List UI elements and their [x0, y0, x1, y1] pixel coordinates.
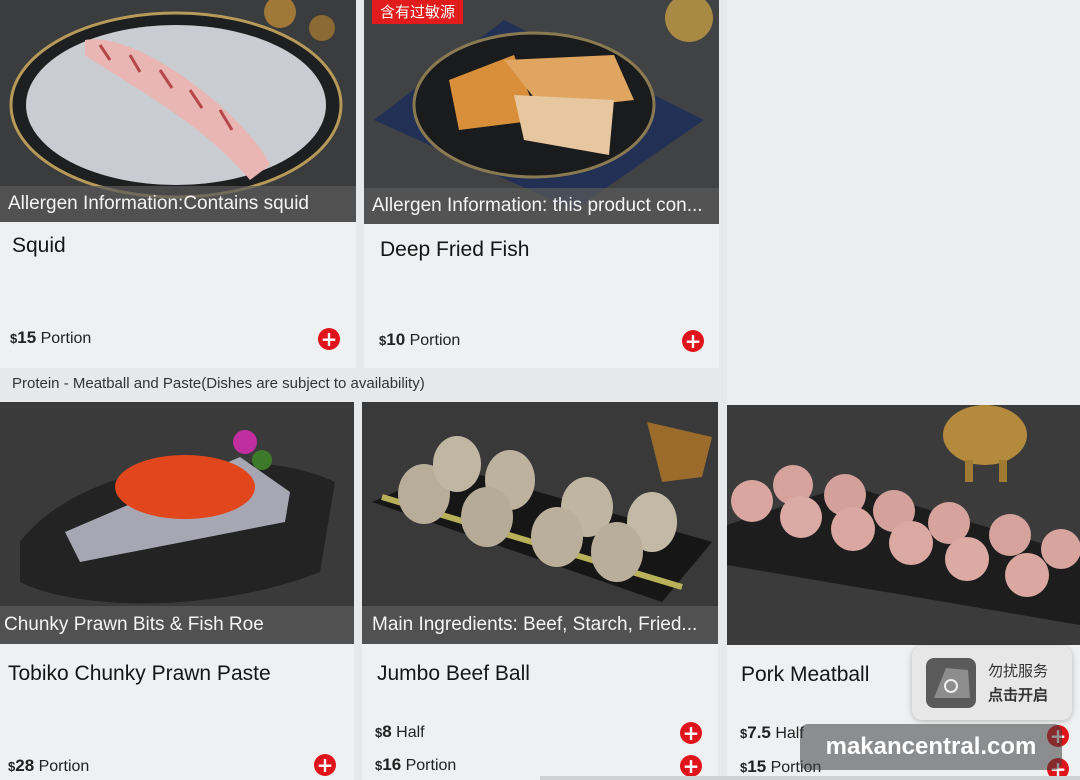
section-label: Protein - Meatball and Paste(Dishes are … — [12, 375, 425, 392]
watermark: makancentral.com — [800, 724, 1062, 770]
squid-name: Squid — [12, 234, 66, 257]
fish-photo: 含有过敏源 Allergen Information: this product… — [364, 0, 719, 224]
add-beef-ball-portion-button[interactable]: + — [680, 755, 702, 777]
allergen-badge: 含有过敏源 — [372, 0, 464, 24]
add-beef-ball-half-button[interactable]: + — [680, 722, 702, 744]
do-not-disturb-icon — [926, 658, 976, 708]
squid-allergen-caption: Allergen Information:Contains squid — [0, 186, 356, 222]
beef-ball-price-portion: $16 Portion — [375, 755, 457, 774]
tobiko-price: $28 Portion — [8, 756, 90, 775]
beef-ball-price-half: $8 Half — [375, 722, 425, 741]
beef-ball-name: Jumbo Beef Ball — [377, 662, 530, 685]
beef-ball-photo: Main Ingredients: Beef, Starch, Fried... — [362, 402, 718, 644]
fish-name: Deep Fried Fish — [380, 238, 530, 261]
fish-allergen-caption: Allergen Information: this product con..… — [364, 188, 719, 224]
tobiko-caption: Chunky Prawn Bits & Fish Roe — [0, 606, 354, 644]
fish-price: $10 Portion — [379, 330, 461, 349]
tobiko-name: Tobiko Chunky Prawn Paste — [8, 662, 271, 685]
menu-card-tobiko-prawn-paste[interactable]: Chunky Prawn Bits & Fish Roe Tobiko Chun… — [0, 402, 354, 780]
beef-ball-caption: Main Ingredients: Beef, Starch, Fried... — [362, 606, 718, 644]
pork-ball-name: Pork Meatball — [741, 663, 870, 686]
menu-card-jumbo-beef-ball[interactable]: Main Ingredients: Beef, Starch, Fried...… — [362, 402, 718, 780]
add-fish-button[interactable]: + — [682, 330, 704, 352]
dnd-label-line1: 勿扰服务 — [988, 662, 1049, 680]
add-tobiko-button[interactable]: + — [314, 754, 336, 776]
menu-card-deep-fried-fish[interactable]: 含有过敏源 Allergen Information: this product… — [364, 0, 719, 368]
squid-photo: Allergen Information:Contains squid — [0, 0, 356, 222]
dnd-label-line2: 点击开启 — [988, 686, 1049, 704]
pork-ball-photo — [727, 405, 1080, 645]
add-squid-button[interactable]: + — [318, 328, 340, 350]
squid-price: $15 Portion — [10, 328, 92, 347]
pork-ball-price-half: $7.5 Half — [740, 723, 804, 742]
empty-card-slot — [727, 0, 1080, 405]
menu-card-squid[interactable]: Allergen Information:Contains squid Squi… — [0, 0, 356, 368]
pork-ball-image — [727, 405, 1080, 625]
tobiko-photo: Chunky Prawn Bits & Fish Roe — [0, 402, 354, 644]
scroll-indicator[interactable] — [540, 776, 1080, 780]
do-not-disturb-widget[interactable]: 勿扰服务 点击开启 — [912, 646, 1072, 720]
